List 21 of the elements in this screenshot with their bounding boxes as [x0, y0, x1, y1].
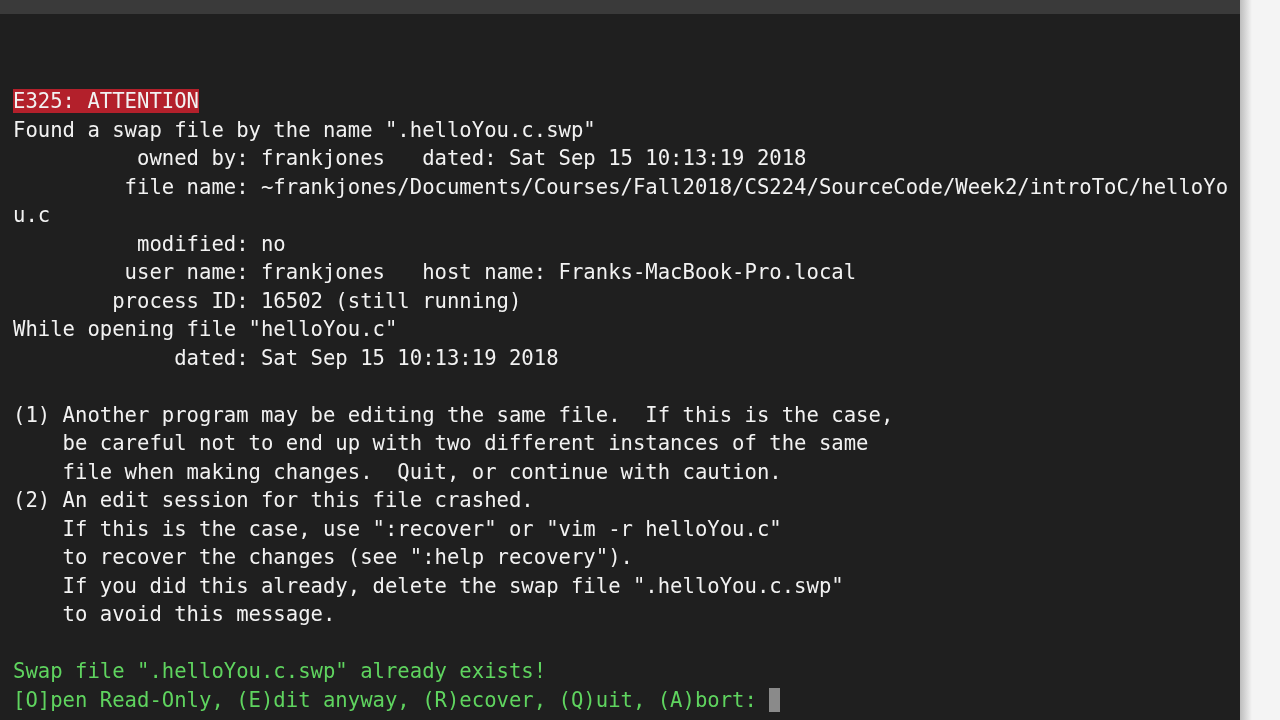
terminal-line: to avoid this message. — [61, 602, 336, 627]
terminal-line: to recover the changes (see ":help recovery"). — [61, 545, 633, 570]
terminal-line: Found a swap file by the name ".helloYou.c.swp" — [13, 117, 596, 142]
terminal-line: (2) An edit session for this file crashed. — [13, 488, 534, 513]
terminal-line: owned by: frankjones dated: Sat Sep 15 10:13:19 2018 — [136, 146, 807, 171]
terminal-line: dated: Sat Sep 15 10:13:19 2018 — [173, 345, 559, 370]
terminal-line: file name: ~frankjones/Documents/Courses/Fall2018/CS224/SourceCode/Week2/introToC/helloYo — [123, 174, 1229, 199]
prompt-text: [O]pen Read-Only, (E)dit anyway, (R)ecover, (Q)uit, (A)bort: — [13, 687, 758, 712]
text-cursor — [769, 687, 781, 712]
terminal-line: While opening file "helloYou.c" — [13, 317, 398, 342]
terminal-line: user name: frankjones host name: Franks-MacBook-Pro.local — [123, 260, 857, 285]
warning-message: Swap file ".helloYou.c.swp" already exists! — [13, 659, 547, 684]
terminal-line: be careful not to end up with two different instances of the same — [61, 431, 869, 456]
terminal-line: If this is the case, use ":recover" or "vim -r helloYou.c" — [61, 516, 782, 541]
terminal-line: process ID: 16502 (still running) — [111, 288, 522, 313]
terminal-line: u.c — [13, 203, 51, 228]
terminal-line: modified: no — [136, 231, 286, 256]
terminal-line: If you did this already, delete the swap file ".helloYou.c.swp" — [61, 573, 844, 598]
terminal-line: (1) Another program may be editing the same file. If this is the case, — [13, 402, 894, 427]
error-message: E325: ATTENTION — [13, 89, 199, 114]
terminal-line: file when making changes. Quit, or continue with caution. — [61, 459, 782, 484]
